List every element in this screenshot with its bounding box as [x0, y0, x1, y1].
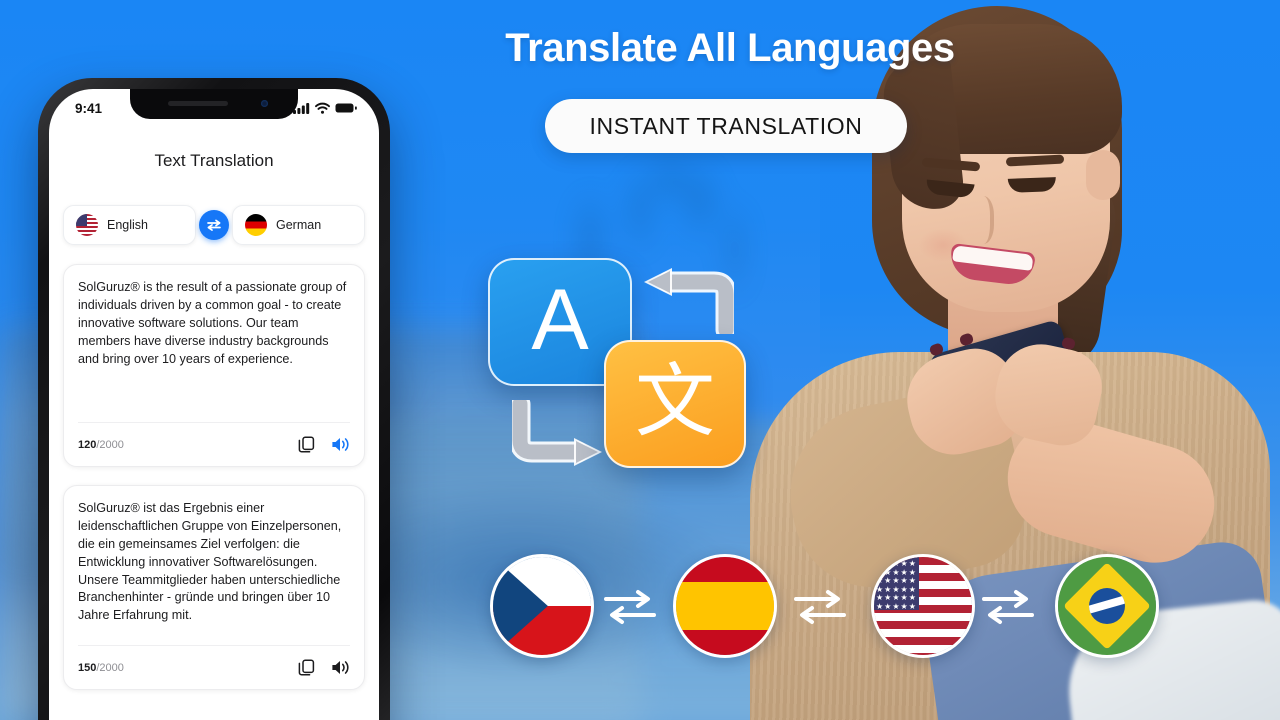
es-yellow-mid: [676, 582, 774, 630]
poster-stage: Translate All Languages INSTANT TRANSLAT…: [0, 0, 1280, 720]
battery-icon: [335, 102, 357, 114]
speaker-icon[interactable]: [331, 436, 350, 453]
arrow-down-right-icon: [512, 400, 608, 466]
status-time: 9:41: [75, 100, 103, 116]
copy-icon[interactable]: [298, 659, 315, 676]
source-language-label: English: [107, 218, 148, 232]
swap-arrows-icon: [790, 584, 850, 628]
br-blue-globe: [1089, 588, 1125, 624]
nose: [968, 196, 994, 244]
badge-label: INSTANT TRANSLATION: [589, 112, 863, 139]
ear: [1086, 150, 1120, 200]
cjk-language-tile: 文: [604, 340, 746, 468]
czech-republic-flag: [490, 554, 594, 658]
source-text: SolGuruz® is the result of a passionate …: [78, 280, 347, 366]
de-flag-icon: [245, 214, 267, 236]
brazil-flag: [1055, 554, 1159, 658]
status-indicators: [293, 102, 357, 114]
target-count: 150: [78, 661, 97, 674]
us-canton: ★★★★★★★★★★★★★★★★★★★★★★★★★★★★★★★★★★★★★★★★…: [874, 557, 920, 610]
swap-arrows-icon: [978, 584, 1038, 628]
copy-icon[interactable]: [298, 436, 315, 453]
page-title: Text Translation: [154, 151, 274, 170]
target-text: SolGuruz® ist das Ergebnis einer leidens…: [78, 501, 342, 623]
latin-letter-glyph: A: [531, 272, 589, 368]
target-limit: /2000: [96, 661, 124, 674]
source-language-button[interactable]: English: [63, 205, 196, 245]
swap-languages-icon: [207, 219, 221, 231]
cellular-signal-icon: [293, 102, 310, 114]
spain-flag: [673, 554, 777, 658]
source-character-counter: 120/2000: [78, 439, 124, 451]
source-text-card[interactable]: SolGuruz® is the result of a passionate …: [63, 264, 365, 467]
swap-languages-button[interactable]: [199, 210, 229, 240]
source-limit: /2000: [96, 438, 124, 451]
es-red-bottom: [676, 629, 774, 655]
language-selector: English German: [63, 205, 365, 245]
swap-arrows-icon: [600, 584, 660, 628]
source-card-footer: 120/2000: [78, 422, 350, 466]
speaker-icon[interactable]: [331, 659, 350, 676]
target-language-button[interactable]: German: [232, 205, 365, 245]
instant-translation-badge: INSTANT TRANSLATION: [545, 99, 907, 153]
target-language-label: German: [276, 218, 322, 232]
page-title: Translate All Languages: [505, 26, 955, 70]
target-text-card[interactable]: SolGuruz® ist das Ergebnis einer leidens…: [63, 485, 365, 690]
united-states-flag: ★★★★★★★★★★★★★★★★★★★★★★★★★★★★★★★★★★★★★★★★…: [871, 554, 975, 658]
target-character-counter: 150/2000: [78, 662, 124, 674]
es-red-top: [676, 557, 774, 583]
br-white-band: [1089, 592, 1125, 616]
us-flag-icon: [76, 214, 98, 236]
phone-mockup: 9:41 Text Translation English German Sol…: [38, 78, 390, 720]
target-card-footer: 150/2000: [78, 645, 350, 689]
source-card-actions: [298, 436, 350, 453]
target-card-actions: [298, 659, 350, 676]
arrow-up-left-icon: [638, 268, 734, 334]
status-bar: 9:41: [49, 89, 379, 123]
source-count: 120: [78, 438, 97, 451]
phone-screen: 9:41 Text Translation English German Sol…: [49, 89, 379, 720]
cjk-character-glyph: 文: [635, 355, 715, 448]
us-stars: ★★★★★★★★★★★★★★★★★★★★★★★★★★★★★★★★★★★★★★★★…: [876, 559, 917, 610]
wifi-icon: [315, 102, 330, 114]
